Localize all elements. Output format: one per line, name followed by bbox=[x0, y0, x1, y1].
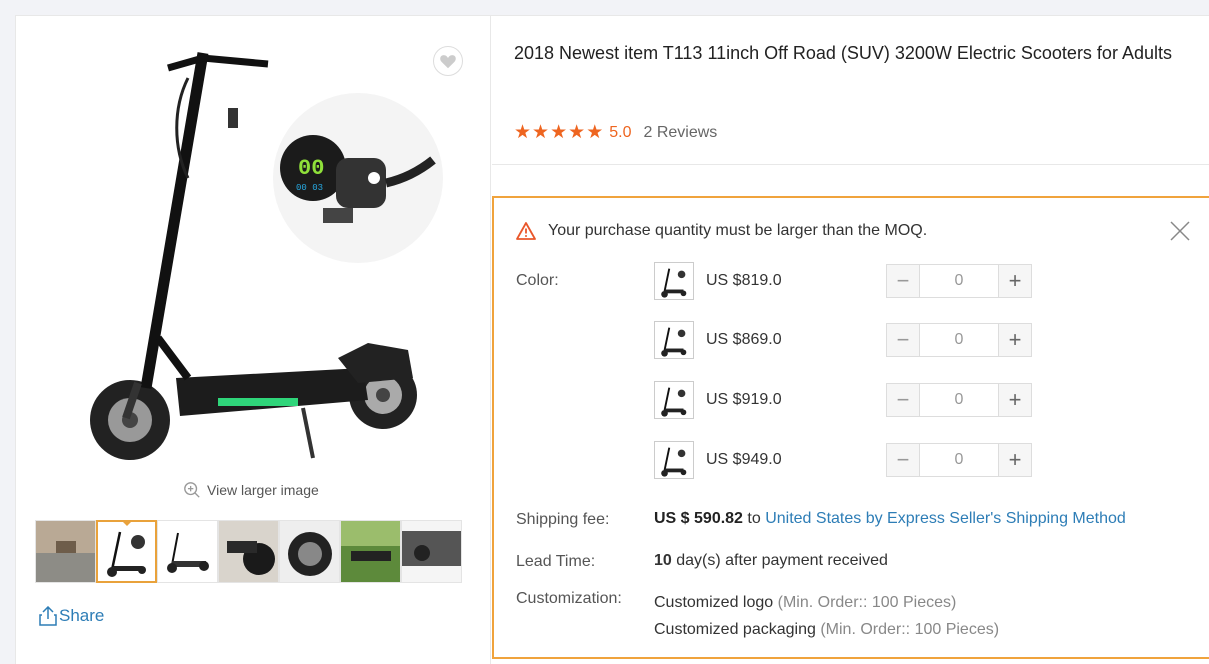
moq-alert: Your purchase quantity must be larger th… bbox=[516, 222, 927, 240]
custom-packaging-min: (Min. Order:: 100 Pieces) bbox=[820, 621, 1000, 638]
view-larger-label: View larger image bbox=[207, 482, 319, 498]
color-label: Color: bbox=[516, 272, 559, 289]
color-option-row: US $949.0 − + bbox=[654, 440, 1032, 480]
thumbnail-1[interactable] bbox=[35, 520, 96, 583]
shipping-amount: US $ 590.82 bbox=[654, 510, 743, 527]
increase-button[interactable]: + bbox=[998, 383, 1032, 417]
color-option-thumbnail[interactable] bbox=[654, 441, 694, 479]
svg-text:00: 00 bbox=[298, 156, 324, 181]
increase-button[interactable]: + bbox=[998, 323, 1032, 357]
product-rating: ★ ★ ★ ★ ★ 5.0 2 Reviews bbox=[514, 123, 717, 143]
lead-text: day(s) after payment received bbox=[676, 552, 888, 569]
shipping-fee: US $ 590.82 to United States by Express … bbox=[654, 510, 1126, 528]
customization-list: Customized logo (Min. Order:: 100 Pieces… bbox=[654, 589, 999, 643]
thumbnail-3[interactable] bbox=[157, 520, 218, 583]
quantity-input[interactable] bbox=[920, 264, 998, 298]
customization-item: Customized packaging (Min. Order:: 100 P… bbox=[654, 616, 999, 643]
lead-time-label: Lead Time: bbox=[516, 553, 596, 570]
customization-item: Customized logo (Min. Order:: 100 Pieces… bbox=[654, 589, 999, 616]
color-option-thumbnail[interactable] bbox=[654, 262, 694, 300]
lead-days: 10 bbox=[654, 552, 672, 569]
product-title: 2018 Newest item T113 11inch Off Road (S… bbox=[514, 43, 1172, 63]
quantity-input[interactable] bbox=[920, 323, 998, 357]
rating-stars: ★ ★ ★ ★ ★ bbox=[514, 123, 603, 143]
option-price: US $869.0 bbox=[706, 331, 782, 348]
zoom-in-icon bbox=[184, 482, 200, 498]
option-price: US $919.0 bbox=[706, 391, 782, 408]
option-price: US $949.0 bbox=[706, 451, 782, 468]
star-icon: ★ bbox=[568, 122, 586, 143]
quantity-stepper: − + bbox=[886, 264, 1032, 298]
quantity-input[interactable] bbox=[920, 383, 998, 417]
star-icon: ★ bbox=[514, 122, 532, 143]
thumbnail-strip bbox=[35, 520, 462, 583]
reviews-link[interactable]: 2 Reviews bbox=[643, 124, 717, 142]
custom-logo-min: (Min. Order:: 100 Pieces) bbox=[777, 594, 957, 611]
thumbnail-2[interactable] bbox=[96, 520, 157, 583]
star-icon: ★ bbox=[550, 122, 568, 143]
color-option-row: US $869.0 − + bbox=[654, 320, 1032, 360]
shipping-fee-label: Shipping fee: bbox=[516, 511, 610, 528]
custom-logo: Customized logo bbox=[654, 594, 774, 611]
thumbnail-4[interactable] bbox=[218, 520, 279, 583]
svg-text:00 03: 00 03 bbox=[296, 183, 323, 193]
share-button[interactable]: Share bbox=[39, 606, 104, 626]
thumbnail-5[interactable] bbox=[279, 520, 340, 583]
decrease-button[interactable]: − bbox=[886, 383, 920, 417]
warning-icon bbox=[516, 222, 536, 240]
main-product-image[interactable]: 00 00 03 bbox=[68, 38, 448, 468]
view-larger-image-link[interactable]: View larger image bbox=[183, 481, 319, 499]
shipping-method-link[interactable]: United States by Express Seller's Shippi… bbox=[765, 510, 1126, 527]
color-option-row: US $919.0 − + bbox=[654, 380, 1032, 420]
color-option-thumbnail[interactable] bbox=[654, 321, 694, 359]
moq-alert-text: Your purchase quantity must be larger th… bbox=[548, 222, 928, 239]
thumbnail-6[interactable] bbox=[340, 520, 401, 583]
option-price: US $819.0 bbox=[706, 272, 782, 289]
lead-time: 10 day(s) after payment received bbox=[654, 552, 888, 570]
quantity-input[interactable] bbox=[920, 443, 998, 477]
rating-score: 5.0 bbox=[609, 124, 632, 141]
decrease-button[interactable]: − bbox=[886, 323, 920, 357]
share-icon bbox=[39, 606, 57, 626]
color-option-row: US $819.0 − + bbox=[654, 261, 1032, 301]
increase-button[interactable]: + bbox=[998, 443, 1032, 477]
quantity-stepper: − + bbox=[886, 323, 1032, 357]
star-icon: ★ bbox=[586, 122, 604, 143]
divider bbox=[492, 164, 1209, 165]
shipping-to: to bbox=[747, 510, 761, 527]
quantity-stepper: − + bbox=[886, 383, 1032, 417]
moq-warning-panel: Your purchase quantity must be larger th… bbox=[492, 196, 1209, 659]
share-label: Share bbox=[59, 606, 105, 625]
customization-label: Customization: bbox=[516, 590, 622, 607]
quantity-stepper: − + bbox=[886, 443, 1032, 477]
decrease-button[interactable]: − bbox=[886, 264, 920, 298]
thumbnail-7[interactable] bbox=[401, 520, 462, 583]
decrease-button[interactable]: − bbox=[886, 443, 920, 477]
custom-packaging: Customized packaging bbox=[654, 621, 816, 638]
color-option-thumbnail[interactable] bbox=[654, 381, 694, 419]
increase-button[interactable]: + bbox=[998, 264, 1032, 298]
star-icon: ★ bbox=[532, 122, 550, 143]
close-icon[interactable] bbox=[1169, 220, 1191, 242]
